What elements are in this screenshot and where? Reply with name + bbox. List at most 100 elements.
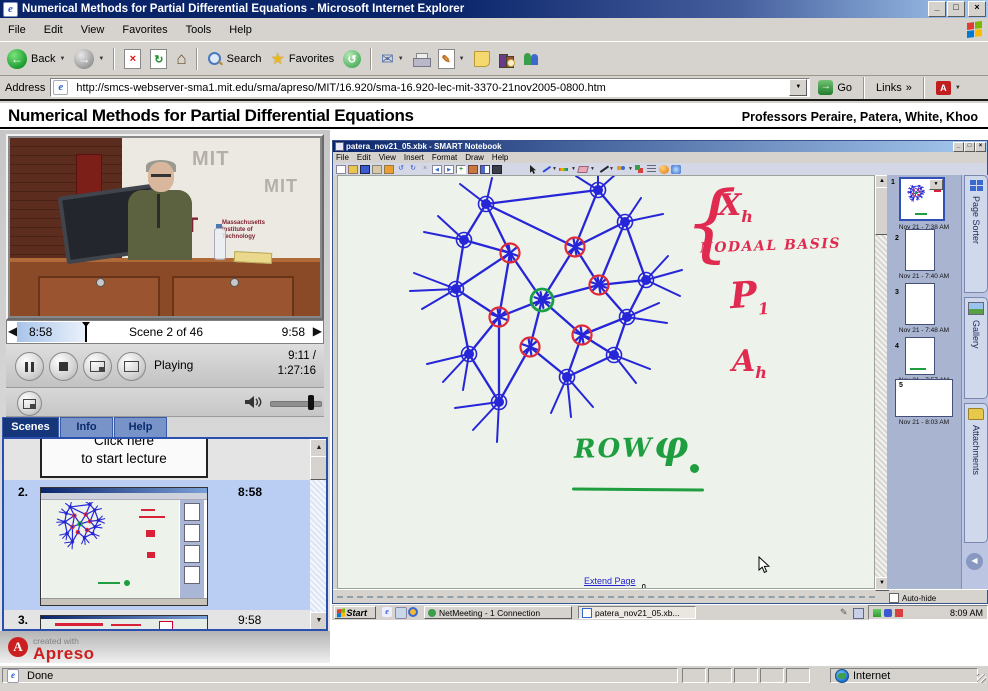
extend-page-link[interactable]: Extend Page [584,576,636,586]
paste-icon[interactable] [372,165,382,174]
scroll-down-icon[interactable]: ▼ [310,612,328,631]
menu-tools[interactable]: Tools [186,24,212,36]
tray-pencil-icon[interactable]: ✎ [840,607,848,618]
home-button[interactable]: ⌂ [173,47,189,71]
line-dropdown-icon[interactable]: ▼ [609,166,614,172]
forward-button[interactable]: → ▼ [71,47,107,71]
scene-2-thumbnail[interactable] [40,487,208,606]
acrobat-dropdown-icon[interactable]: ▼ [955,85,961,91]
start-lecture-box[interactable]: Click here to start lecture [40,437,208,478]
mail-button[interactable]: ✉ ▼ [378,48,407,70]
edit-dropdown-icon[interactable]: ▼ [459,56,465,62]
next-scene-icon[interactable]: ▶ [313,324,322,338]
open-icon[interactable] [348,165,358,174]
scene-list-scrollbar[interactable]: ▲ ▼ [310,439,326,629]
tab-help[interactable]: Help [114,417,167,437]
shapes-tool-icon[interactable] [616,165,626,174]
layout-toggle-button[interactable] [83,352,112,381]
screen-shade-icon[interactable] [468,165,478,174]
stop-playback-button[interactable] [49,352,78,381]
smart-menu-insert[interactable]: Insert [404,153,424,162]
page-1-thumbnail[interactable]: ▼ [899,177,945,221]
research-button[interactable] [496,51,517,68]
smart-menu-view[interactable]: View [379,153,396,162]
smart-maximize-button[interactable]: □ [964,142,975,152]
tray-icon-red[interactable] [895,609,903,617]
swap-view-button[interactable] [117,352,146,381]
tab-gallery[interactable]: Gallery [964,297,988,399]
menu-view[interactable]: View [81,24,105,36]
tab-scenes[interactable]: Scenes [2,417,59,437]
smart-menu-help[interactable]: Help [492,153,508,162]
page-4-thumbnail[interactable] [905,337,935,375]
refresh-button[interactable]: ↻ [147,47,170,71]
transparent-background-icon[interactable] [480,165,490,174]
auto-hide-checkbox[interactable] [889,593,899,603]
smart-close-button[interactable]: × [975,142,986,152]
eraser-tool-icon[interactable] [578,165,588,174]
scrollbar-thumb[interactable] [310,456,328,480]
smart-menu-format[interactable]: Format [432,153,457,162]
whiteboard-scrollbar[interactable]: ▲ ▼ [875,175,887,589]
address-url[interactable]: http://smcs-webserver-sma1.mit.edu/sma/a… [76,82,605,94]
auto-hide-control[interactable]: Auto-hide [889,593,936,603]
tray-icon-shield[interactable] [884,609,892,617]
links-button[interactable]: Links » [873,80,915,96]
select-tool-icon[interactable] [528,165,538,174]
capture-key-icon[interactable] [384,165,394,174]
start-button[interactable]: Start [334,606,376,619]
collapse-sidebar-icon[interactable]: ◀ [966,553,983,570]
scene-item-2[interactable]: 2. [4,480,310,610]
address-dropdown-button[interactable]: ▼ [789,79,807,96]
popout-button[interactable] [17,391,42,416]
edit-button[interactable]: ✎ ▼ [435,47,468,71]
redo-icon[interactable]: ↻ [408,165,418,174]
eraser-dropdown-icon[interactable]: ▼ [590,166,595,172]
menu-edit[interactable]: Edit [44,24,63,36]
volume-slider-track[interactable] [270,401,322,407]
search-button[interactable]: Search [204,49,265,69]
order-icon[interactable] [635,165,645,174]
address-input[interactable]: e http://smcs-webserver-sma1.mit.edu/sma… [50,78,810,97]
pen-dropdown-icon[interactable]: ▼ [552,166,557,172]
quick-launch-ie-icon[interactable]: e [382,607,392,617]
video-display[interactable]: MIT MIT MIT Massachusetts Institute of T… [6,134,324,320]
line-tool-icon[interactable] [597,165,607,174]
minimize-button[interactable]: _ [928,1,946,17]
next-page-icon[interactable]: ▶ [444,165,454,174]
quick-launch-icon[interactable] [395,607,407,619]
favorites-button[interactable]: ★ Favorites [268,47,338,71]
close-button[interactable]: × [968,1,986,17]
properties-icon[interactable] [671,165,681,174]
volume-icon[interactable] [244,395,264,414]
forward-dropdown-icon[interactable]: ▼ [98,56,104,62]
previous-page-icon[interactable]: ◀ [432,165,442,174]
menu-help[interactable]: Help [229,24,252,36]
smart-menu-file[interactable]: File [336,153,349,162]
insert-blank-page-icon[interactable]: + [456,165,466,174]
maximize-button[interactable]: □ [947,1,965,17]
back-button[interactable]: ← Back ▼ [4,47,68,71]
back-dropdown-icon[interactable]: ▼ [59,56,65,62]
menu-favorites[interactable]: Favorites [122,24,167,36]
tab-page-sorter[interactable]: Page Sorter [964,175,988,293]
smart-menu-edit[interactable]: Edit [357,153,371,162]
quick-launch-media-icon[interactable] [408,607,418,617]
history-button[interactable]: ↺ [340,48,364,70]
volume-slider-knob[interactable] [308,395,314,410]
discuss-button[interactable] [471,49,493,69]
menu-file[interactable]: File [8,24,26,36]
page-3-thumbnail[interactable] [905,283,935,325]
page-5-thumbnail[interactable]: 5 [895,379,953,417]
color-ball-icon[interactable] [659,165,669,174]
creative-pen-dropdown-icon[interactable]: ▼ [571,166,576,172]
resize-grip[interactable] [977,674,986,683]
tab-attachments[interactable]: Attachments [964,403,988,543]
delete-icon[interactable]: × [420,165,430,174]
smart-menu-draw[interactable]: Draw [465,153,484,162]
page-1-dropdown-icon[interactable]: ▼ [929,179,943,190]
undo-icon[interactable]: ↺ [396,165,406,174]
scene-3-thumbnail[interactable] [40,615,208,631]
stop-button[interactable]: × [121,47,144,71]
acrobat-button[interactable]: A ▼ [933,79,964,97]
